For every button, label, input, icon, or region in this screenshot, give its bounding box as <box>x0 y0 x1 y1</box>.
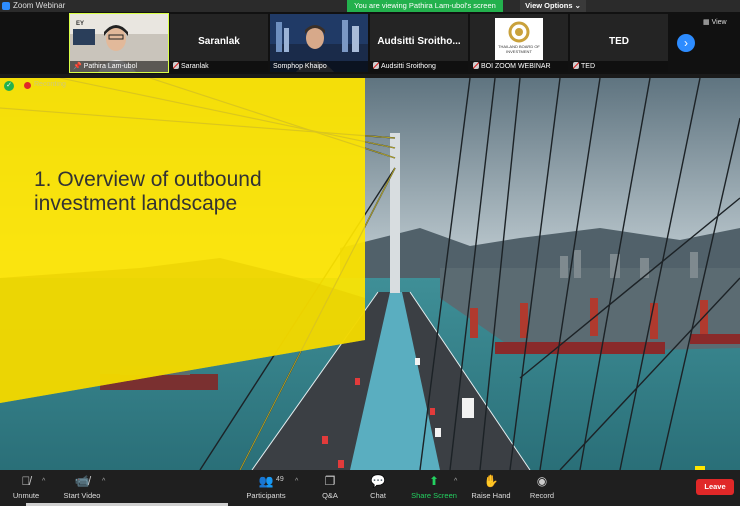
svg-text:EY: EY <box>76 21 84 27</box>
audio-options-caret[interactable]: ^ <box>42 478 45 485</box>
participant-tile[interactable]: TED TED <box>570 14 668 72</box>
participant-tile[interactable]: Somphop Khaipo <box>270 14 368 72</box>
recording-label: Recording <box>34 81 66 88</box>
view-button[interactable]: ▦ View <box>703 18 727 26</box>
meeting-toolbar: 🎙̸ Unmute ^ 📹̸ Start Video ^ 👥 Participa… <box>0 470 740 506</box>
qa-button[interactable]: ❐ Q&A <box>316 473 344 503</box>
mic-muted-icon <box>473 62 479 69</box>
mic-muted-icon <box>173 62 179 69</box>
participant-tile[interactable]: THAILAND BOARD OF INVESTMENT BOI ZOOM WE… <box>470 14 568 72</box>
shared-screen: ✓ Recording 1. Overview of outbound inve… <box>0 78 740 470</box>
zoom-app-icon <box>2 2 10 10</box>
share-screen-button[interactable]: ⬆ Share Screen <box>410 473 458 503</box>
raise-hand-icon: ✋ <box>483 474 499 488</box>
mic-muted-icon <box>573 62 579 69</box>
share-screen-icon: ⬆ <box>428 474 440 488</box>
participant-name-label: Saranlak <box>170 61 268 72</box>
participant-display-name: Saranlak <box>198 36 240 47</box>
participant-tile[interactable]: Audsitti Sroitho... Audsitti Sroithong <box>370 14 468 72</box>
raise-hand-button[interactable]: ✋ Raise Hand <box>470 473 512 503</box>
slide-image <box>0 78 740 470</box>
record-button[interactable]: ◉ Record <box>526 473 558 503</box>
recording-indicator-icon <box>24 82 31 89</box>
participant-display-name: TED <box>609 36 629 47</box>
filmstrip-next-button[interactable]: › <box>677 34 695 52</box>
grid-icon: ▦ <box>703 19 712 26</box>
participant-tile[interactable]: EY 📌 Pathira Lam-ubol <box>69 13 169 73</box>
share-options-caret[interactable]: ^ <box>454 478 457 485</box>
start-video-button[interactable]: 📹̸ Start Video <box>60 473 104 503</box>
participant-filmstrip: EY 📌 Pathira Lam-ubol Saranlak Saranlak S… <box>0 12 740 74</box>
window-title: Zoom Webinar <box>13 1 66 10</box>
chat-icon: 💬 <box>370 474 386 488</box>
participant-name-label: BOI ZOOM WEBINAR <box>470 61 568 72</box>
unmute-button[interactable]: 🎙̸ Unmute <box>8 473 44 503</box>
leave-button[interactable]: Leave <box>696 479 734 495</box>
pin-icon: 📌 <box>73 63 82 70</box>
video-options-caret[interactable]: ^ <box>102 478 105 485</box>
mic-off-icon: 🎙̸ <box>21 474 31 488</box>
mic-muted-icon <box>373 62 379 69</box>
participants-options-caret[interactable]: ^ <box>295 478 298 485</box>
viewing-screen-banner: You are viewing Pathira Lam-ubol's scree… <box>347 0 503 12</box>
video-off-icon: 📹̸ <box>74 474 90 488</box>
boi-logo-text: THAILAND BOARD OF INVESTMENT <box>498 44 540 54</box>
qa-icon: ❐ <box>324 474 336 488</box>
participant-name-label: 📌 Pathira Lam-ubol <box>70 61 168 72</box>
view-options-button[interactable]: View Options ⌄ <box>520 0 586 12</box>
participants-count: 49 <box>276 476 284 483</box>
security-shield-icon[interactable]: ✓ <box>4 81 14 91</box>
participant-display-name: Audsitti Sroitho... <box>377 36 461 47</box>
record-icon: ◉ <box>536 474 548 488</box>
slide-title: 1. Overview of outbound investment lands… <box>34 168 262 215</box>
participant-name-label: TED <box>570 61 668 72</box>
participant-tile[interactable]: Saranlak Saranlak <box>170 14 268 72</box>
chat-button[interactable]: 💬 Chat <box>364 473 392 503</box>
participant-name-label: Audsitti Sroithong <box>370 61 468 72</box>
participant-name-label: Somphop Khaipo <box>270 61 368 72</box>
